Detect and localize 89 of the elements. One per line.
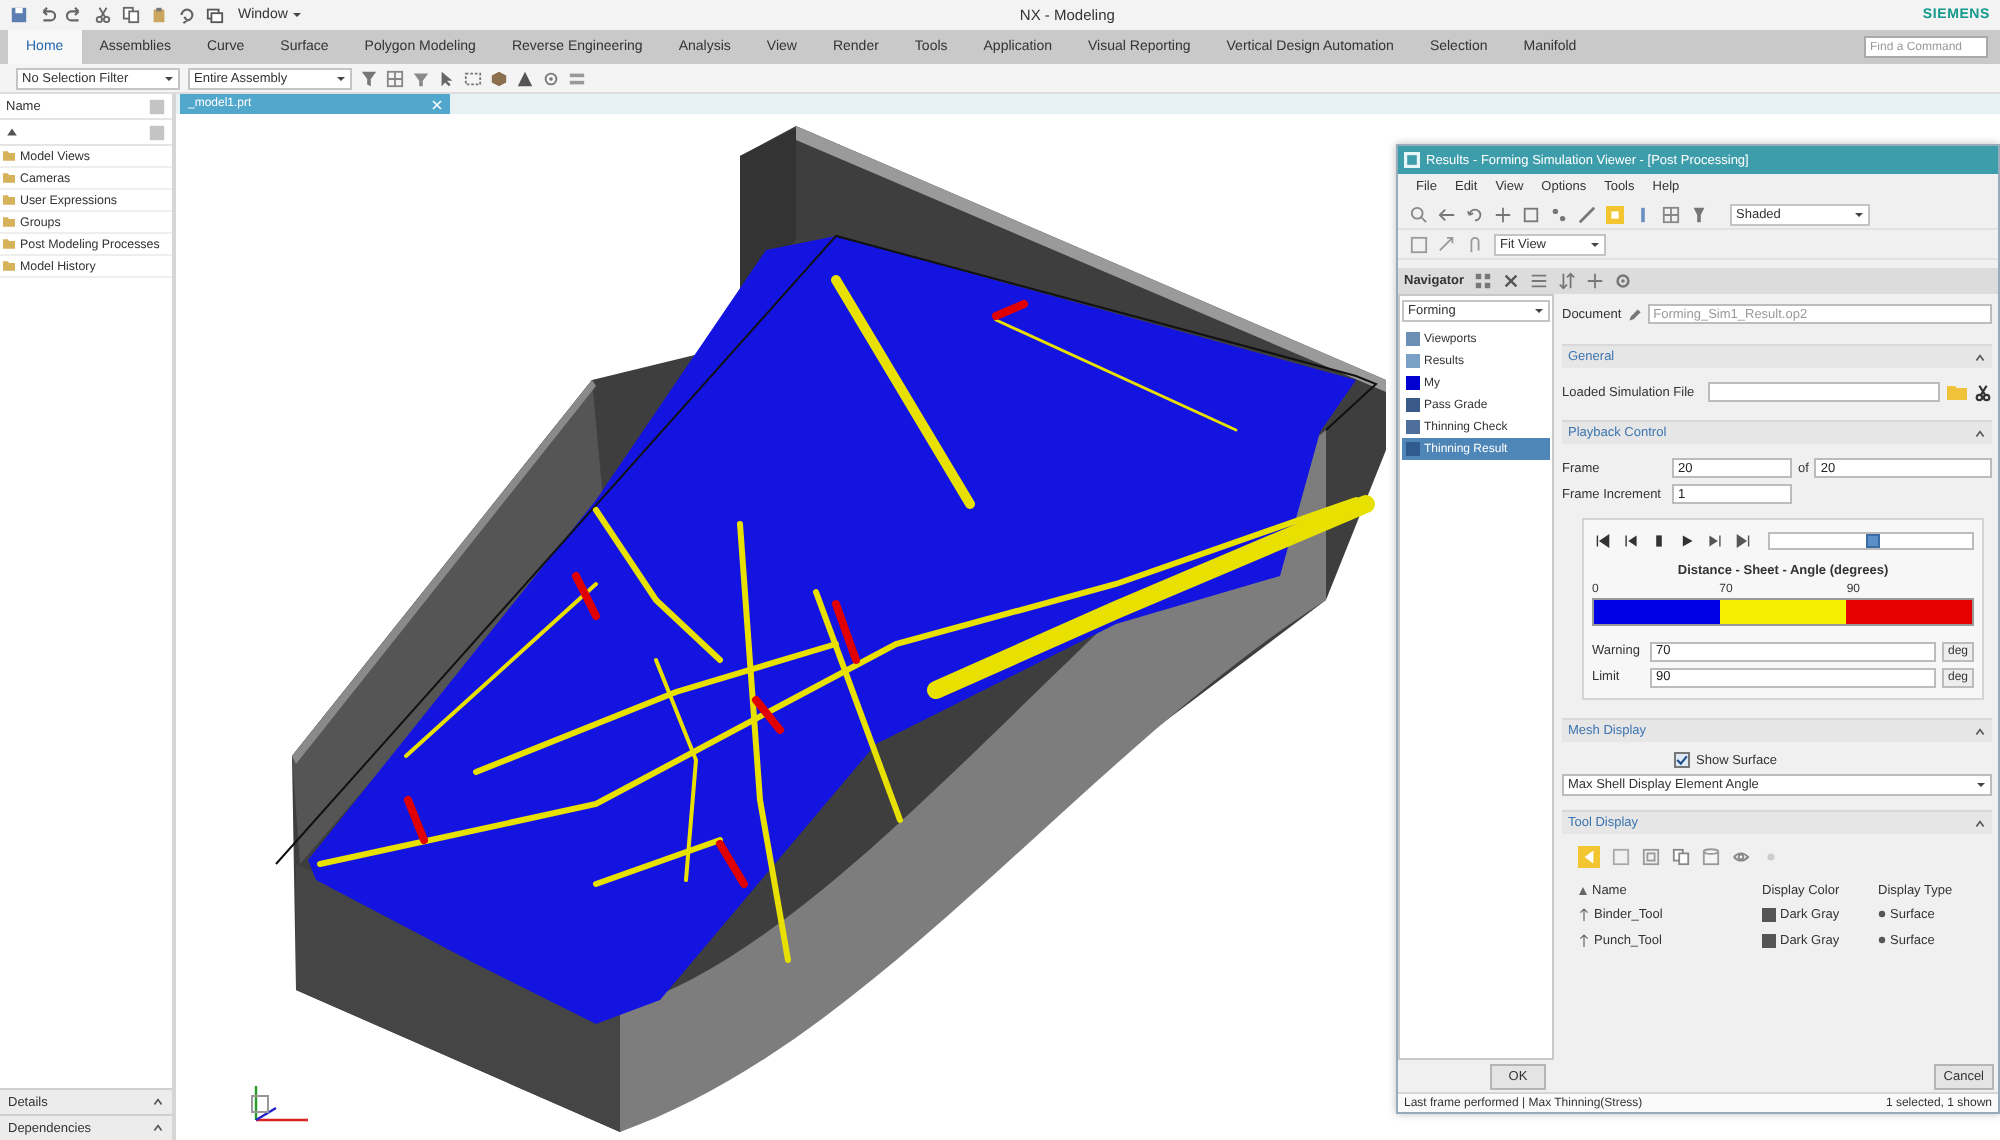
- eye-icon[interactable]: [1732, 847, 1750, 865]
- grid-icon[interactable]: [386, 69, 404, 87]
- window-icon: [1404, 152, 1420, 168]
- triangle-tile-icon[interactable]: [1578, 845, 1600, 867]
- caret-icon: [291, 10, 302, 20]
- step-forward-icon: [1708, 533, 1722, 547]
- chevron-icon: [152, 1096, 164, 1108]
- bars-icon[interactable]: [568, 69, 586, 87]
- chevron-icon: [1974, 427, 1986, 439]
- selection-box-icon[interactable]: [464, 69, 482, 87]
- square-icon[interactable]: [1522, 205, 1540, 223]
- color-swatch-icon: [1762, 907, 1776, 921]
- slider-thumb[interactable]: [1865, 533, 1879, 547]
- funnel-icon[interactable]: [1690, 205, 1708, 223]
- next-frame-button[interactable]: [1704, 529, 1726, 551]
- dots-icon[interactable]: [1550, 205, 1568, 223]
- cursor-icon[interactable]: [438, 69, 456, 87]
- color-swatch-icon: [1762, 933, 1776, 947]
- funnel-icon[interactable]: [412, 69, 430, 87]
- first-frame-button[interactable]: [1592, 529, 1614, 551]
- filter-icon[interactable]: [360, 69, 378, 87]
- square-icon: [1406, 376, 1420, 390]
- arrow-left-icon[interactable]: [1438, 205, 1456, 223]
- square-icon: [1406, 332, 1420, 346]
- bullet-icon: [1878, 936, 1886, 944]
- nested-square-icon[interactable]: [1642, 847, 1660, 865]
- bullet-icon: [1878, 910, 1886, 918]
- chevron-icon: [1974, 725, 1986, 737]
- caret-icon: [1854, 209, 1864, 219]
- caret-icon: [1534, 306, 1544, 316]
- simulation-file-field[interactable]: [1708, 382, 1940, 402]
- scissors-icon[interactable]: [94, 6, 112, 24]
- arch-icon[interactable]: [1466, 235, 1484, 253]
- plus-icon[interactable]: [1494, 205, 1512, 223]
- chevron-icon: [1974, 817, 1986, 829]
- sort-arrow-icon[interactable]: [6, 126, 18, 138]
- clipboard-icon[interactable]: [150, 6, 168, 24]
- arrow-up-icon: [1578, 933, 1590, 947]
- scissors-icon[interactable]: [1974, 383, 1992, 401]
- sort-arrow-icon: [1578, 885, 1588, 895]
- square-icon[interactable]: [1612, 847, 1630, 865]
- tile-icon[interactable]: [148, 123, 166, 141]
- rotate-icon[interactable]: [1466, 205, 1484, 223]
- target-icon[interactable]: [542, 69, 560, 87]
- previous-frame-button[interactable]: [1620, 529, 1642, 551]
- plus-icon[interactable]: [1585, 272, 1604, 290]
- circular-arrow-icon[interactable]: [178, 6, 196, 24]
- play-icon: [1680, 533, 1694, 547]
- square-icon: [1406, 398, 1420, 412]
- square-icon: [1406, 442, 1420, 456]
- close-icon[interactable]: [1501, 272, 1520, 290]
- grid-icon[interactable]: [1662, 205, 1680, 223]
- undo-icon[interactable]: [38, 6, 56, 24]
- step-back-icon: [1624, 533, 1638, 547]
- arrow-up-icon: [1578, 907, 1590, 921]
- caret-icon: [1976, 780, 1986, 790]
- square-icon: [1406, 354, 1420, 368]
- frame-slider[interactable]: [1768, 531, 1974, 549]
- show-surface-checkbox[interactable]: [1674, 752, 1690, 768]
- line-icon[interactable]: [1578, 205, 1596, 223]
- caret-icon: [1590, 239, 1600, 249]
- cylinder-icon[interactable]: [1702, 847, 1720, 865]
- triangle-icon[interactable]: [516, 69, 534, 87]
- windows-icon[interactable]: [206, 6, 224, 24]
- copy-icon[interactable]: [122, 6, 140, 24]
- pencil-icon: [1627, 307, 1642, 321]
- grid-icon[interactable]: [1473, 272, 1492, 290]
- square-icon[interactable]: [1410, 235, 1428, 253]
- redo-icon[interactable]: [66, 6, 84, 24]
- list-icon[interactable]: [1529, 272, 1548, 290]
- skip-end-icon: [1736, 533, 1750, 547]
- tile-icon[interactable]: [148, 97, 166, 115]
- copy-icon[interactable]: [1672, 847, 1690, 865]
- hexagon-icon[interactable]: [490, 69, 508, 87]
- caret-icon: [336, 73, 346, 83]
- target-icon[interactable]: [1613, 272, 1632, 290]
- save-icon[interactable]: [10, 6, 28, 24]
- last-frame-button[interactable]: [1732, 529, 1754, 551]
- skip-start-icon: [1596, 533, 1610, 547]
- zoom-icon[interactable]: [1410, 205, 1428, 223]
- arrow-icon[interactable]: [1438, 235, 1456, 253]
- caret-icon: [164, 73, 174, 83]
- close-icon: [432, 99, 442, 109]
- square-icon: [1406, 420, 1420, 434]
- chevron-icon: [152, 1122, 164, 1134]
- chevron-icon: [1974, 351, 1986, 363]
- dot-icon[interactable]: [1762, 847, 1780, 865]
- sort-icon[interactable]: [1557, 272, 1576, 290]
- check-icon: [1676, 754, 1688, 766]
